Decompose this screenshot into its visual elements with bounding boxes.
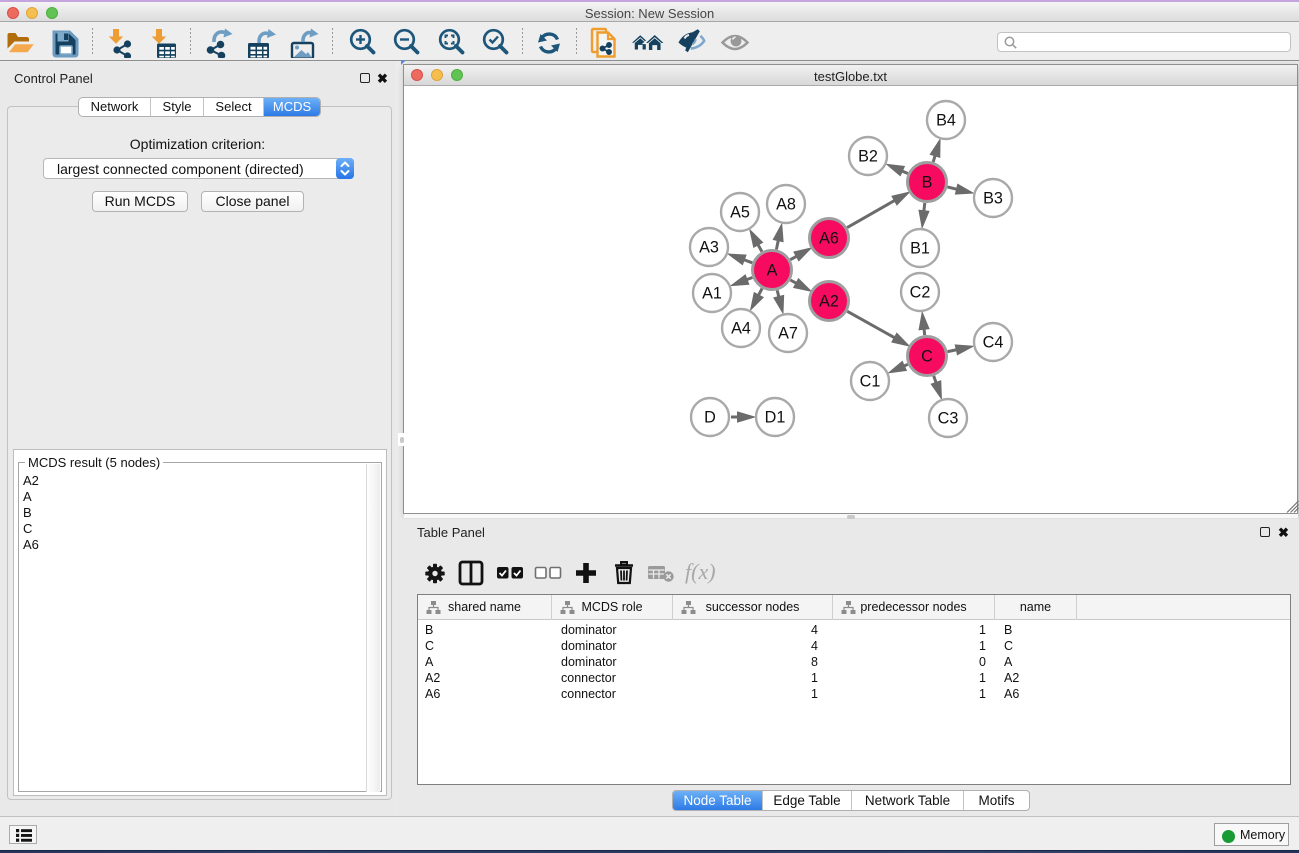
svg-text:A2: A2 bbox=[819, 293, 839, 311]
svg-text:C3: C3 bbox=[938, 410, 959, 428]
svg-text:A7: A7 bbox=[778, 325, 798, 343]
svg-text:D: D bbox=[704, 409, 716, 427]
svg-text:C2: C2 bbox=[910, 284, 931, 302]
svg-text:C: C bbox=[921, 348, 933, 366]
svg-text:A5: A5 bbox=[730, 204, 750, 222]
svg-text:A1: A1 bbox=[702, 285, 722, 303]
svg-text:C1: C1 bbox=[860, 373, 881, 391]
svg-text:A: A bbox=[767, 262, 778, 280]
svg-text:A8: A8 bbox=[776, 196, 796, 214]
svg-text:B4: B4 bbox=[936, 112, 956, 130]
svg-text:A3: A3 bbox=[699, 239, 719, 257]
svg-text:B: B bbox=[922, 174, 933, 192]
svg-text:B2: B2 bbox=[858, 148, 878, 166]
svg-text:A6: A6 bbox=[819, 230, 839, 248]
svg-text:B3: B3 bbox=[983, 190, 1003, 208]
svg-text:C4: C4 bbox=[983, 334, 1004, 352]
svg-text:D1: D1 bbox=[765, 409, 786, 427]
svg-text:A4: A4 bbox=[731, 320, 751, 338]
svg-text:B1: B1 bbox=[910, 240, 930, 258]
